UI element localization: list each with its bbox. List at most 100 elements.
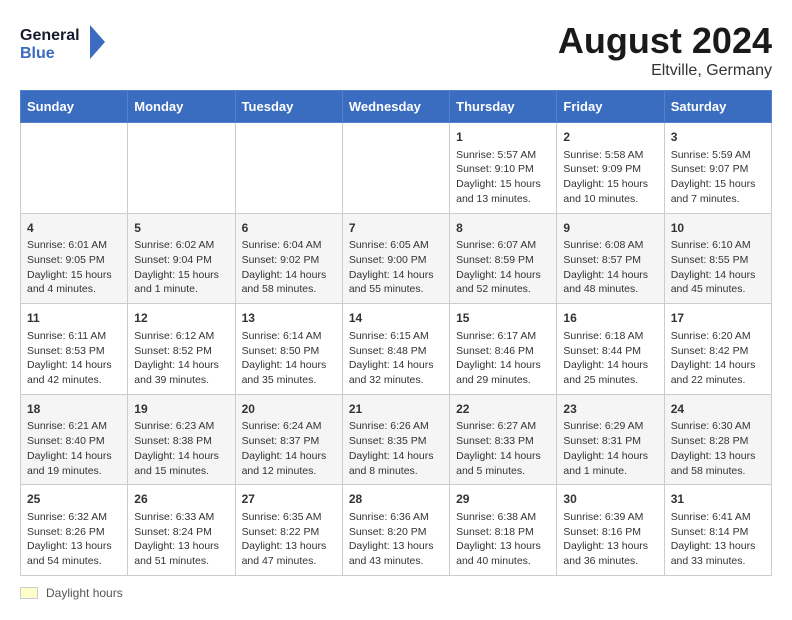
day-info: Sunrise: 6:02 AM Sunset: 9:04 PM Dayligh… <box>134 238 228 297</box>
day-number: 31 <box>671 491 765 508</box>
table-row <box>128 123 235 214</box>
table-row: 5Sunrise: 6:02 AM Sunset: 9:04 PM Daylig… <box>128 213 235 304</box>
table-row <box>235 123 342 214</box>
table-row: 30 Sunrise: 6:39 AM Sunset: 8:16 PM Dayli… <box>557 485 664 576</box>
table-row: 6Sunrise: 6:04 AM Sunset: 9:02 PM Daylig… <box>235 213 342 304</box>
svg-text:Blue: Blue <box>20 45 55 62</box>
day-number: 4 <box>27 220 121 237</box>
col-friday: Friday <box>557 91 664 123</box>
table-row: 25 Sunrise: 6:32 AM Sunset: 8:26 PM Dayli… <box>21 485 128 576</box>
table-row: 28 Sunrise: 6:36 AM Sunset: 8:20 PM Dayli… <box>342 485 449 576</box>
day-info: Sunrise: 6:38 AM Sunset: 8:18 PM Dayligh… <box>456 510 550 569</box>
table-row: 17 Sunrise: 6:20 AM Sunset: 8:42 PM Dayli… <box>664 304 771 395</box>
day-number: 5 <box>134 220 228 237</box>
table-row: 22Sunrise: 6:27 AM Sunset: 8:33 PM Dayli… <box>450 394 557 485</box>
day-info: Sunrise: 6:12 AM Sunset: 8:52 PM Dayligh… <box>134 329 228 388</box>
calendar-week-row: 1Sunrise: 5:57 AM Sunset: 9:10 PM Daylig… <box>21 123 772 214</box>
table-row: 21Sunrise: 6:26 AM Sunset: 8:35 PM Dayli… <box>342 394 449 485</box>
table-row: 2Sunrise: 5:58 AM Sunset: 9:09 PM Daylig… <box>557 123 664 214</box>
day-info: Sunrise: 6:32 AM Sunset: 8:26 PM Dayligh… <box>27 510 121 569</box>
day-info: Sunrise: 6:26 AM Sunset: 8:35 PM Dayligh… <box>349 419 443 478</box>
location: Eltville, Germany <box>558 62 772 80</box>
svg-text:General: General <box>20 27 80 44</box>
table-row: 11 Sunrise: 6:11 AM Sunset: 8:53 PM Dayli… <box>21 304 128 395</box>
day-info: Sunrise: 5:59 AM Sunset: 9:07 PM Dayligh… <box>671 148 765 207</box>
day-info: Sunrise: 5:58 AM Sunset: 9:09 PM Dayligh… <box>563 148 657 207</box>
col-thursday: Thursday <box>450 91 557 123</box>
calendar: Sunday Monday Tuesday Wednesday Thursday… <box>20 90 772 576</box>
day-number: 27 <box>242 491 336 508</box>
day-number: 20 <box>242 401 336 418</box>
table-row: 13Sunrise: 6:14 AM Sunset: 8:50 PM Dayli… <box>235 304 342 395</box>
calendar-header-row: Sunday Monday Tuesday Wednesday Thursday… <box>21 91 772 123</box>
day-number: 11 <box>27 310 121 327</box>
logo: GeneralBlue <box>20 20 110 65</box>
day-number: 23 <box>563 401 657 418</box>
table-row: 16Sunrise: 6:18 AM Sunset: 8:44 PM Dayli… <box>557 304 664 395</box>
day-number: 7 <box>349 220 443 237</box>
day-info: Sunrise: 6:07 AM Sunset: 8:59 PM Dayligh… <box>456 238 550 297</box>
legend-label: Daylight hours <box>46 586 123 600</box>
day-info: Sunrise: 6:33 AM Sunset: 8:24 PM Dayligh… <box>134 510 228 569</box>
day-number: 18 <box>27 401 121 418</box>
table-row: 4Sunrise: 6:01 AM Sunset: 9:05 PM Daylig… <box>21 213 128 304</box>
table-row: 24Sunrise: 6:30 AM Sunset: 8:28 PM Dayli… <box>664 394 771 485</box>
day-info: Sunrise: 6:27 AM Sunset: 8:33 PM Dayligh… <box>456 419 550 478</box>
day-number: 30 <box>563 491 657 508</box>
calendar-week-row: 4Sunrise: 6:01 AM Sunset: 9:05 PM Daylig… <box>21 213 772 304</box>
day-info: Sunrise: 5:57 AM Sunset: 9:10 PM Dayligh… <box>456 148 550 207</box>
col-saturday: Saturday <box>664 91 771 123</box>
table-row: 3 Sunrise: 5:59 AM Sunset: 9:07 PM Daylig… <box>664 123 771 214</box>
day-number: 25 <box>27 491 121 508</box>
day-number: 6 <box>242 220 336 237</box>
day-info: Sunrise: 6:36 AM Sunset: 8:20 PM Dayligh… <box>349 510 443 569</box>
table-row: 8Sunrise: 6:07 AM Sunset: 8:59 PM Daylig… <box>450 213 557 304</box>
day-number: 10 <box>671 220 765 237</box>
day-number: 26 <box>134 491 228 508</box>
table-row: 12Sunrise: 6:12 AM Sunset: 8:52 PM Dayli… <box>128 304 235 395</box>
table-row: 19Sunrise: 6:23 AM Sunset: 8:38 PM Dayli… <box>128 394 235 485</box>
calendar-week-row: 18Sunrise: 6:21 AM Sunset: 8:40 PM Dayli… <box>21 394 772 485</box>
page-header: GeneralBlue August 2024 Eltville, German… <box>20 20 772 80</box>
day-number: 21 <box>349 401 443 418</box>
day-info: Sunrise: 6:15 AM Sunset: 8:48 PM Dayligh… <box>349 329 443 388</box>
table-row: 31Sunrise: 6:41 AM Sunset: 8:14 PM Dayli… <box>664 485 771 576</box>
day-info: Sunrise: 6:35 AM Sunset: 8:22 PM Dayligh… <box>242 510 336 569</box>
day-info: Sunrise: 6:10 AM Sunset: 8:55 PM Dayligh… <box>671 238 765 297</box>
day-number: 15 <box>456 310 550 327</box>
day-number: 3 <box>671 129 765 146</box>
table-row: 27 Sunrise: 6:35 AM Sunset: 8:22 PM Dayli… <box>235 485 342 576</box>
day-number: 28 <box>349 491 443 508</box>
col-monday: Monday <box>128 91 235 123</box>
col-sunday: Sunday <box>21 91 128 123</box>
day-number: 8 <box>456 220 550 237</box>
day-number: 9 <box>563 220 657 237</box>
day-info: Sunrise: 6:04 AM Sunset: 9:02 PM Dayligh… <box>242 238 336 297</box>
table-row <box>342 123 449 214</box>
title-block: August 2024 Eltville, Germany <box>558 20 772 80</box>
table-row: 1Sunrise: 5:57 AM Sunset: 9:10 PM Daylig… <box>450 123 557 214</box>
table-row: 9Sunrise: 6:08 AM Sunset: 8:57 PM Daylig… <box>557 213 664 304</box>
day-info: Sunrise: 6:24 AM Sunset: 8:37 PM Dayligh… <box>242 419 336 478</box>
calendar-week-row: 25 Sunrise: 6:32 AM Sunset: 8:26 PM Dayli… <box>21 485 772 576</box>
day-info: Sunrise: 6:11 AM Sunset: 8:53 PM Dayligh… <box>27 329 121 388</box>
table-row: 15Sunrise: 6:17 AM Sunset: 8:46 PM Dayli… <box>450 304 557 395</box>
day-number: 13 <box>242 310 336 327</box>
table-row: 29 Sunrise: 6:38 AM Sunset: 8:18 PM Dayli… <box>450 485 557 576</box>
day-number: 17 <box>671 310 765 327</box>
day-info: Sunrise: 6:21 AM Sunset: 8:40 PM Dayligh… <box>27 419 121 478</box>
day-info: Sunrise: 6:05 AM Sunset: 9:00 PM Dayligh… <box>349 238 443 297</box>
day-info: Sunrise: 6:29 AM Sunset: 8:31 PM Dayligh… <box>563 419 657 478</box>
day-info: Sunrise: 6:20 AM Sunset: 8:42 PM Dayligh… <box>671 329 765 388</box>
day-info: Sunrise: 6:39 AM Sunset: 8:16 PM Dayligh… <box>563 510 657 569</box>
table-row <box>21 123 128 214</box>
legend-box <box>20 587 38 599</box>
col-wednesday: Wednesday <box>342 91 449 123</box>
month-title: August 2024 <box>558 20 772 62</box>
day-info: Sunrise: 6:01 AM Sunset: 9:05 PM Dayligh… <box>27 238 121 297</box>
table-row: 26 Sunrise: 6:33 AM Sunset: 8:24 PM Dayli… <box>128 485 235 576</box>
logo-svg: GeneralBlue <box>20 20 110 65</box>
day-info: Sunrise: 6:30 AM Sunset: 8:28 PM Dayligh… <box>671 419 765 478</box>
day-number: 29 <box>456 491 550 508</box>
day-number: 24 <box>671 401 765 418</box>
